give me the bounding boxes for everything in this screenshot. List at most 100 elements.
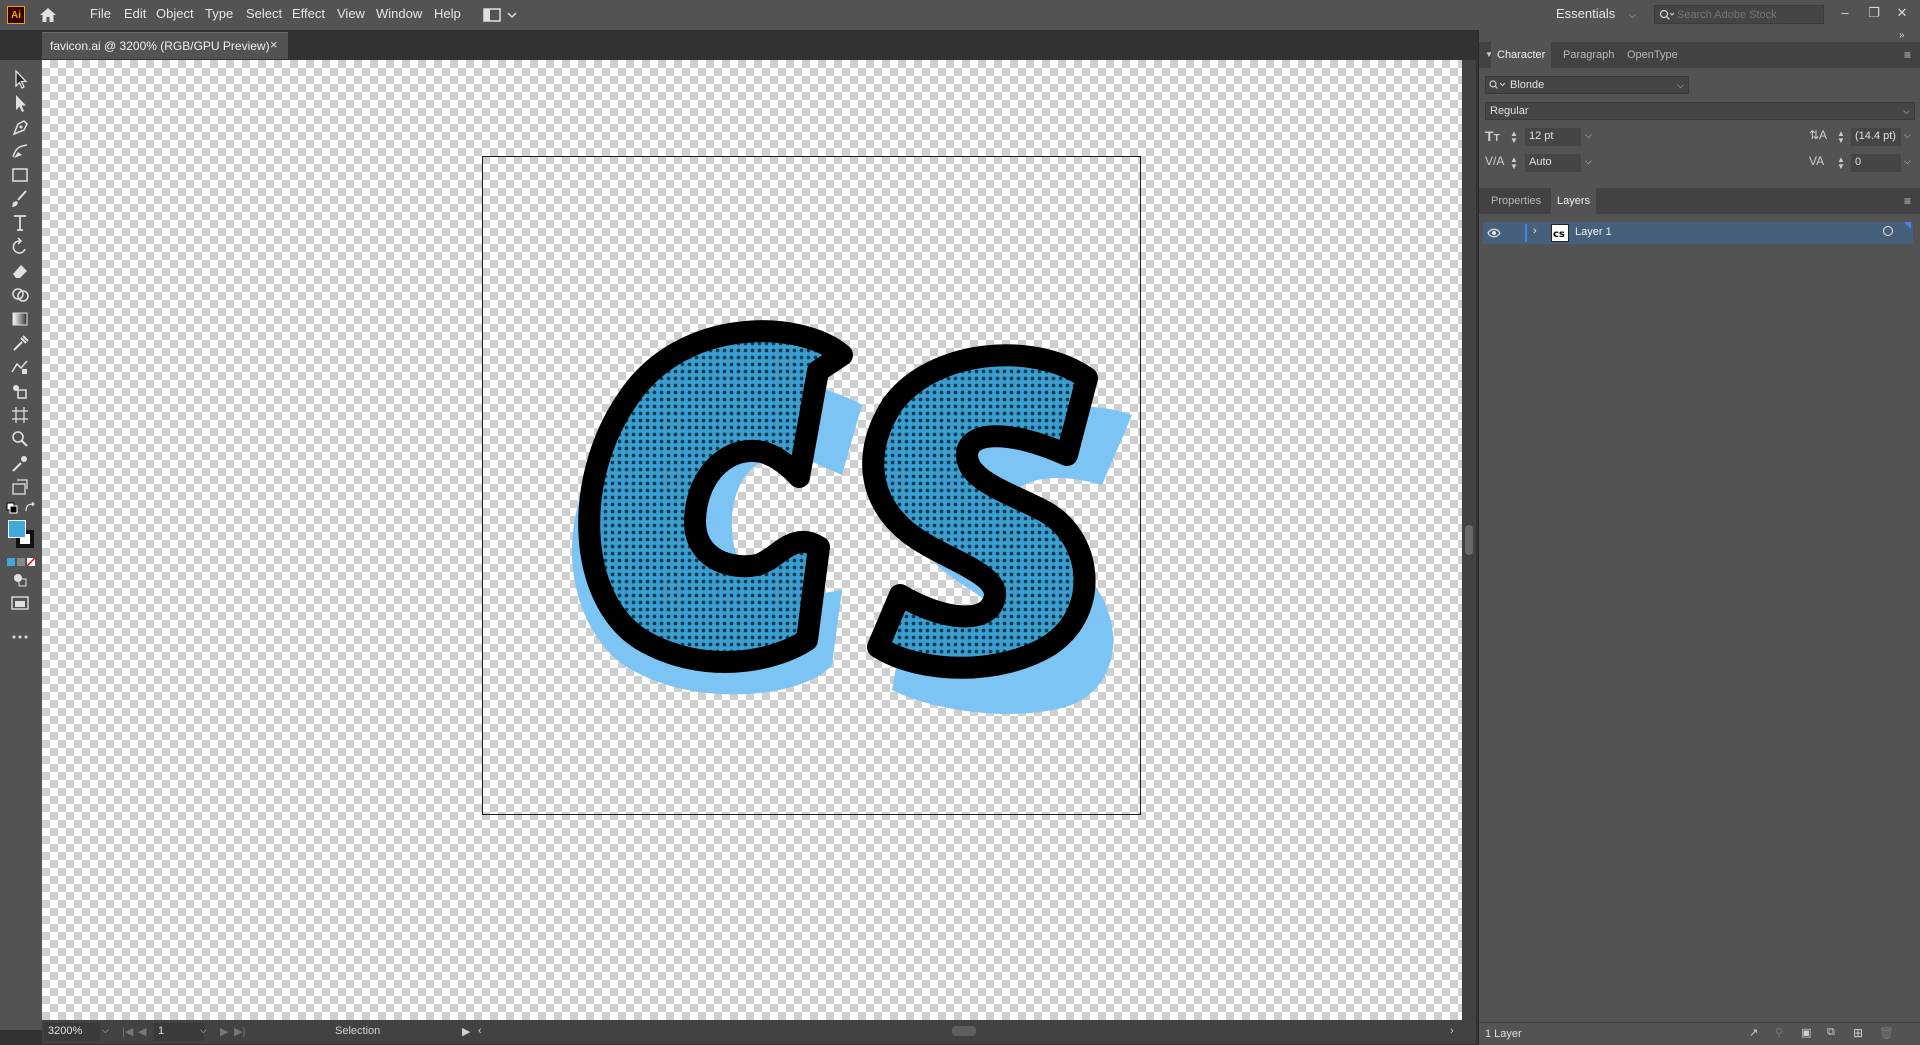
chevron-down-icon[interactable]: ⌵ — [1904, 130, 1911, 141]
document-tab-title: favicon.ai @ 3200% (RGB/GPU Preview) — [50, 39, 270, 53]
menu-type[interactable]: Type — [199, 0, 239, 30]
right-panel-dock: » ▼ Character Paragraph OpenType ≡ Blond… — [1478, 30, 1920, 1045]
menu-select[interactable]: Select — [240, 0, 288, 30]
search-input[interactable] — [1677, 7, 1817, 22]
direct-selection-tool-icon[interactable] — [8, 92, 32, 114]
fill-swatch[interactable] — [8, 520, 26, 538]
leading-field[interactable]: (14.4 pt) — [1851, 128, 1901, 146]
fill-stroke-swatches[interactable] — [6, 520, 36, 548]
panel-menu-icon[interactable]: ≡ — [1904, 48, 1911, 62]
status-bar: 3200% ⌵ |◀ ◀ 1 ⌵ ▶ ▶| Selection ▶ ‹ › — [42, 1020, 1476, 1044]
zoom-tool-icon[interactable] — [8, 428, 32, 450]
rectangle-tool-icon[interactable] — [8, 164, 32, 186]
first-artboard-icon[interactable]: |◀ — [122, 1025, 133, 1038]
close-window-icon[interactable]: ✕ — [1892, 4, 1912, 22]
font-style-field[interactable]: Regular ⌵ — [1485, 102, 1915, 120]
minimize-icon[interactable]: – — [1835, 4, 1855, 22]
more-tools-icon[interactable] — [8, 626, 32, 648]
artboard-chevron-down-icon[interactable]: ⌵ — [200, 1025, 207, 1036]
artboard-tool-icon[interactable] — [8, 404, 32, 426]
shape-builder-tool-icon[interactable] — [8, 284, 32, 306]
menu-help[interactable]: Help — [428, 0, 467, 30]
eye-icon[interactable] — [1487, 227, 1501, 239]
eraser-tool-icon[interactable] — [8, 260, 32, 282]
canvas[interactable] — [42, 60, 1462, 1020]
font-size-field[interactable]: 12 pt — [1525, 128, 1581, 146]
scroll-right-icon[interactable]: › — [1450, 1025, 1454, 1037]
new-sublayer-icon[interactable]: ⧉ — [1827, 1026, 1841, 1040]
workspace-dropdown[interactable]: Essentials ⌵ — [1556, 0, 1636, 30]
selection-tool-icon[interactable] — [8, 68, 32, 90]
layer-name[interactable]: Layer 1 — [1575, 226, 1612, 238]
locate-object-icon[interactable]: ⚲ — [1775, 1026, 1789, 1040]
blend-tool-icon[interactable] — [8, 356, 32, 378]
new-layer-icon[interactable]: ⊞ — [1853, 1026, 1867, 1040]
layer-row[interactable]: › cs Layer 1 — [1483, 222, 1913, 244]
status-menu-arrow-icon[interactable]: ▶ — [462, 1025, 470, 1038]
restore-icon[interactable]: ❐ — [1864, 4, 1884, 22]
target-icon[interactable] — [1883, 226, 1893, 236]
tab-character[interactable]: Character — [1491, 42, 1552, 68]
chevron-down-icon: ⌵ — [1677, 80, 1684, 90]
menu-edit[interactable]: Edit — [118, 0, 152, 30]
last-artboard-icon[interactable]: ▶| — [234, 1025, 245, 1038]
vertical-scrollbar[interactable] — [1462, 60, 1476, 1020]
tracking-stepper[interactable]: ▲ ▼ — [1837, 156, 1845, 171]
cs-logo-artwork[interactable] — [42, 60, 1462, 1020]
expand-layer-chevron-icon[interactable]: › — [1533, 225, 1537, 237]
menu-file[interactable]: File — [84, 0, 117, 30]
home-icon[interactable] — [38, 6, 58, 24]
document-tab[interactable]: favicon.ai @ 3200% (RGB/GPU Preview) × — [42, 32, 288, 59]
drawing-mode-icon[interactable] — [8, 568, 32, 590]
collect-for-export-icon[interactable]: ↗ — [1749, 1026, 1763, 1040]
type-tool-icon[interactable] — [8, 212, 32, 234]
vertical-scroll-thumb[interactable] — [1465, 525, 1473, 555]
tab-opentype[interactable]: OpenType — [1621, 42, 1684, 68]
kerning-stepper[interactable]: ▲ ▼ — [1510, 156, 1518, 171]
menu-effect[interactable]: Effect — [286, 0, 331, 30]
paintbrush-tool-icon[interactable] — [8, 188, 32, 210]
gradient-tool-icon[interactable] — [8, 308, 32, 330]
kerning-field[interactable]: Auto — [1525, 154, 1581, 172]
pen-tool-icon[interactable] — [8, 116, 32, 138]
stock-search-field[interactable] — [1654, 5, 1824, 24]
font-size-stepper[interactable]: ▲ ▼ — [1510, 130, 1518, 145]
swap-colors-icon[interactable] — [24, 501, 36, 514]
make-clipping-mask-icon[interactable]: ▣ — [1801, 1026, 1815, 1040]
rotate-tool-icon[interactable] — [8, 236, 32, 258]
live-paint-tool-icon[interactable] — [8, 476, 32, 498]
screen-mode-icon[interactable] — [8, 592, 32, 614]
next-artboard-icon[interactable]: ▶ — [220, 1025, 228, 1038]
chevron-down-icon[interactable]: ⌵ — [1904, 156, 1911, 167]
menu-window[interactable]: Window — [370, 0, 428, 30]
zoom-chevron-down-icon[interactable]: ⌵ — [102, 1025, 109, 1036]
workspace-layout-switcher[interactable] — [478, 6, 520, 24]
font-size-value: 12 pt — [1529, 130, 1554, 142]
menu-object[interactable]: Object — [150, 0, 200, 30]
scroll-left-icon[interactable]: ‹ — [478, 1025, 482, 1037]
horizontal-scroll-thumb[interactable] — [952, 1026, 976, 1036]
current-tool-status[interactable]: Selection — [335, 1025, 380, 1037]
collapse-panels-icon[interactable]: » — [1899, 30, 1905, 41]
curvature-tool-icon[interactable] — [8, 140, 32, 162]
previous-artboard-icon[interactable]: ◀ — [138, 1025, 146, 1038]
default-colors-icon[interactable] — [6, 502, 18, 514]
tab-paragraph[interactable]: Paragraph — [1557, 42, 1620, 68]
symbol-sprayer-tool-icon[interactable] — [8, 380, 32, 402]
artboard-number-field[interactable]: 1 — [154, 1023, 204, 1041]
eyedropper-alt-tool-icon[interactable] — [8, 452, 32, 474]
leading-stepper[interactable]: ▲ ▼ — [1837, 130, 1845, 145]
chevron-down-icon[interactable]: ⌵ — [1585, 156, 1592, 167]
eyedropper-tool-icon[interactable] — [8, 332, 32, 354]
tracking-field[interactable]: 0 — [1851, 154, 1901, 172]
tab-layers[interactable]: Layers — [1551, 188, 1597, 214]
color-mode-buttons[interactable] — [6, 556, 36, 567]
trash-icon[interactable]: 🗑 — [1879, 1026, 1894, 1040]
menu-view[interactable]: View — [331, 0, 371, 30]
layers-panel-menu-icon[interactable]: ≡ — [1904, 194, 1911, 208]
font-family-field[interactable]: Blonde ⌵ — [1485, 76, 1689, 94]
close-tab-icon[interactable]: × — [270, 37, 278, 52]
tab-properties[interactable]: Properties — [1485, 188, 1547, 214]
chevron-down-icon[interactable]: ⌵ — [1585, 130, 1592, 141]
zoom-level-field[interactable]: 3200% — [44, 1023, 100, 1041]
